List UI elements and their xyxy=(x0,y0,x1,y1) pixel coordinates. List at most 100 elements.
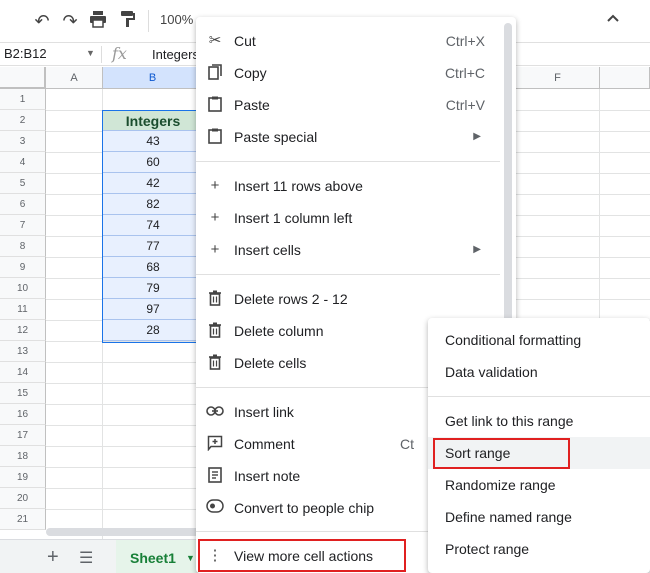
submenu-item-define-named-range[interactable]: Define named range xyxy=(428,501,650,533)
menu-item-label: Comment xyxy=(234,436,295,452)
submenu-item-data-validation[interactable]: Data validation xyxy=(428,356,650,388)
toolbar-divider xyxy=(148,10,149,32)
plus-icon: + xyxy=(210,209,220,226)
shortcut-text: Ctrl+C xyxy=(444,65,485,81)
submenu-item-label: Randomize range xyxy=(445,477,556,493)
menu-item-label: Delete column xyxy=(234,323,324,339)
row-header[interactable]: 2 xyxy=(0,110,46,131)
plus-icon[interactable]: + xyxy=(47,546,59,569)
menu-item-paste[interactable]: Paste Ctrl+V xyxy=(196,89,500,121)
menu-item-cut[interactable]: ✂ Cut Ctrl+X xyxy=(196,25,500,57)
menu-item-label: Insert link xyxy=(234,404,294,420)
row-header[interactable]: 4 xyxy=(0,152,46,173)
column-header-b[interactable]: B xyxy=(103,67,203,89)
table-cell[interactable]: 74 xyxy=(103,215,203,236)
row-header[interactable]: 6 xyxy=(0,194,46,215)
submenu-item-conditional-formatting[interactable]: Conditional formatting xyxy=(428,324,650,356)
submenu-item-randomize-range[interactable]: Randomize range xyxy=(428,469,650,501)
menu-item-insert-rows[interactable]: + Insert 11 rows above xyxy=(196,170,500,202)
menu-divider xyxy=(196,161,500,162)
link-icon xyxy=(206,403,224,421)
row-header[interactable]: 15 xyxy=(0,383,46,404)
menu-item-label: Paste xyxy=(234,97,270,113)
table-cell[interactable]: 68 xyxy=(103,257,203,278)
row-header[interactable]: 3 xyxy=(0,131,46,152)
menu-item-insert-cells[interactable]: + Insert cells ▶ xyxy=(196,234,500,266)
highlight-sort-range xyxy=(433,438,570,469)
menu-item-label: Insert note xyxy=(234,468,301,484)
table-header-cell[interactable]: Integers xyxy=(103,110,203,131)
row-header[interactable]: 17 xyxy=(0,425,46,446)
sheet-tab-sheet1[interactable]: Sheet1 ▼ xyxy=(116,540,202,573)
plus-icon: + xyxy=(210,177,220,194)
submenu-item-label: Define named range xyxy=(445,509,572,525)
submenu-item-label: Get link to this range xyxy=(445,413,574,429)
table-cell[interactable]: 60 xyxy=(103,152,203,173)
menu-item-label: Insert 11 rows above xyxy=(234,178,363,194)
menu-item-copy[interactable]: Copy Ctrl+C xyxy=(196,57,500,89)
paste-icon xyxy=(206,96,224,114)
table-cell[interactable]: 77 xyxy=(103,236,203,257)
column-header-a[interactable]: A xyxy=(46,67,103,89)
table-cell[interactable]: 28 xyxy=(103,320,203,341)
row-header[interactable]: 9 xyxy=(0,257,46,278)
submenu-item-get-link[interactable]: Get link to this range xyxy=(428,405,650,437)
menu-item-label: Cut xyxy=(234,33,256,49)
row-header[interactable]: 5 xyxy=(0,173,46,194)
table-cell[interactable]: 42 xyxy=(103,173,203,194)
chevron-up-icon[interactable] xyxy=(606,10,620,28)
paint-format-icon[interactable] xyxy=(116,10,140,32)
column-header-g[interactable] xyxy=(600,67,650,89)
row-header[interactable]: 7 xyxy=(0,215,46,236)
menu-item-label: Insert 1 column left xyxy=(234,210,353,226)
select-all-corner[interactable] xyxy=(0,67,46,89)
row-header[interactable]: 18 xyxy=(0,446,46,467)
fx-icon: fx xyxy=(112,44,127,63)
chevron-down-icon[interactable]: ▼ xyxy=(186,553,195,563)
menu-item-label: Insert cells xyxy=(234,242,301,258)
menu-item-insert-column[interactable]: + Insert 1 column left xyxy=(196,202,500,234)
row-header[interactable]: 14 xyxy=(0,362,46,383)
row-header[interactable]: 10 xyxy=(0,278,46,299)
row-header[interactable]: 8 xyxy=(0,236,46,257)
shortcut-text: Ctrl+X xyxy=(445,33,485,49)
table-cell[interactable]: 79 xyxy=(103,278,203,299)
zoom-select[interactable]: 100% xyxy=(160,12,193,27)
formula-input[interactable]: Integers xyxy=(152,47,199,62)
menu-item-delete-rows[interactable]: Delete rows 2 - 12 xyxy=(196,283,500,315)
table-cell[interactable]: 82 xyxy=(103,194,203,215)
row-header[interactable]: 20 xyxy=(0,488,46,509)
row-header[interactable]: 13 xyxy=(0,341,46,362)
scissors-icon: ✂ xyxy=(208,32,222,49)
submenu-item-label: Data validation xyxy=(445,364,538,380)
plus-icon: + xyxy=(210,241,220,258)
column-header-f[interactable]: F xyxy=(516,67,600,89)
print-icon[interactable] xyxy=(86,10,110,32)
sheet-tab-label: Sheet1 xyxy=(130,550,176,566)
submenu-item-protect-range[interactable]: Protect range xyxy=(428,533,650,565)
note-icon xyxy=(206,467,224,485)
submenu-arrow-icon: ▶ xyxy=(473,244,481,255)
table-cell[interactable]: 43 xyxy=(103,131,203,152)
row-header[interactable]: 19 xyxy=(0,467,46,488)
chevron-down-icon[interactable]: ▼ xyxy=(86,48,95,58)
row-header[interactable]: 16 xyxy=(0,404,46,425)
redo-icon[interactable]: ↷ xyxy=(58,10,82,32)
row-header[interactable]: 1 xyxy=(0,89,46,110)
highlight-view-more xyxy=(198,539,406,572)
submenu-item-label: Protect range xyxy=(445,541,530,557)
formula-bar-divider xyxy=(101,46,102,63)
row-header[interactable]: 11 xyxy=(0,299,46,320)
row-header[interactable]: 12 xyxy=(0,320,46,341)
table-cell[interactable]: 97 xyxy=(103,299,203,320)
shortcut-text: Ctrl+V xyxy=(445,97,485,113)
row-header[interactable]: 21 xyxy=(0,509,46,530)
name-box[interactable]: B2:B12 xyxy=(4,46,47,61)
trash-icon xyxy=(206,322,224,340)
menu-item-paste-special[interactable]: Paste special ▶ xyxy=(196,121,500,153)
menu-item-label: Delete rows 2 - 12 xyxy=(234,291,348,307)
undo-icon[interactable]: ↶ xyxy=(30,10,54,32)
menu-divider xyxy=(196,274,500,275)
people-chip-icon xyxy=(206,499,224,517)
menu-icon[interactable]: ☰ xyxy=(79,548,93,568)
